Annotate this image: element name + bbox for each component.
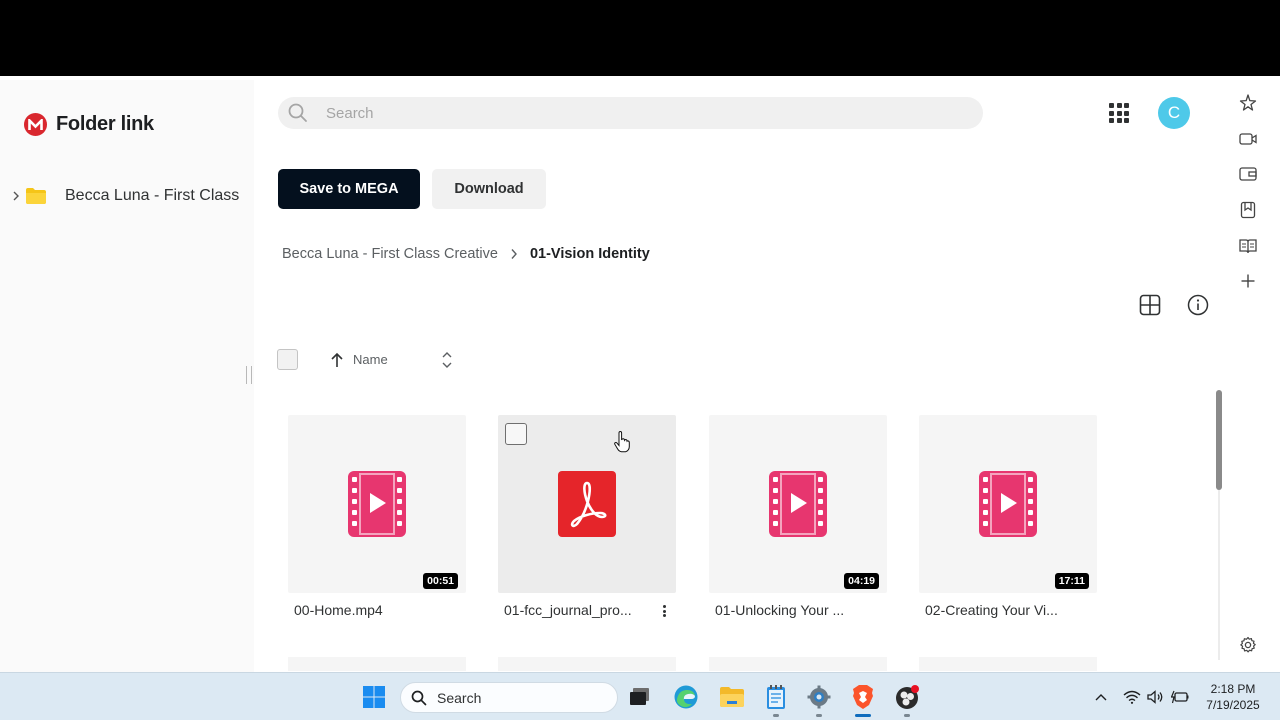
file-thumbnail[interactable]: 00:51 bbox=[288, 415, 466, 593]
folder-icon bbox=[26, 188, 46, 204]
chevron-up-icon[interactable] bbox=[1091, 687, 1111, 707]
scrollbar-thumb[interactable] bbox=[1216, 390, 1222, 490]
avatar[interactable]: C bbox=[1158, 97, 1190, 129]
hand-cursor-icon bbox=[614, 431, 630, 453]
browser-side-rail bbox=[1229, 80, 1267, 672]
mega-logo-icon bbox=[24, 113, 47, 136]
breadcrumb-parent[interactable]: Becca Luna - First Class Creative bbox=[282, 246, 498, 262]
search-icon bbox=[411, 690, 427, 705]
file-thumbnail[interactable]: 17:11 bbox=[919, 415, 1097, 593]
search-input[interactable] bbox=[326, 104, 926, 122]
wifi-icon[interactable] bbox=[1122, 687, 1142, 707]
tree-item-folder[interactable]: Becca Luna - First Class Creative bbox=[8, 184, 248, 208]
notepad-icon[interactable] bbox=[762, 683, 790, 717]
file-thumbnail[interactable] bbox=[498, 415, 676, 593]
breadcrumb-current: 01-Vision Identity bbox=[529, 246, 650, 262]
download-button[interactable]: Download bbox=[432, 169, 546, 209]
file-card[interactable]: 17:11 02-Creating Your Vi... bbox=[919, 415, 1097, 618]
duration-badge: 17:11 bbox=[1054, 573, 1089, 589]
tree-item-label: Becca Luna - First Class Creative bbox=[65, 187, 241, 204]
apps-grid-icon[interactable] bbox=[1106, 100, 1132, 126]
settings-icon[interactable] bbox=[805, 683, 833, 717]
volume-icon[interactable] bbox=[1146, 687, 1166, 707]
sort-toggle-icon[interactable] bbox=[440, 351, 454, 369]
file-name: 02-Creating Your Vi... bbox=[925, 602, 1058, 618]
chevron-right-icon bbox=[510, 248, 518, 260]
file-card-partial[interactable] bbox=[498, 657, 676, 671]
more-options-icon[interactable] bbox=[660, 603, 668, 619]
battery-icon[interactable] bbox=[1170, 687, 1190, 707]
duration-badge: 04:19 bbox=[844, 573, 879, 589]
edge-icon[interactable] bbox=[672, 683, 700, 711]
taskbar-search[interactable]: Search bbox=[400, 682, 618, 713]
file-name: 01-fcc_journal_pro... bbox=[504, 602, 632, 618]
breadcrumb: Becca Luna - First Class Creative 01-Vis… bbox=[282, 246, 650, 262]
clock-date: 7/19/2025 bbox=[1206, 698, 1260, 712]
video-call-icon[interactable] bbox=[1237, 128, 1259, 150]
add-icon[interactable] bbox=[1237, 270, 1259, 292]
grid-view-icon[interactable] bbox=[1139, 294, 1161, 316]
sidebar: Folder link Becca Luna - First Class Cre… bbox=[0, 80, 254, 672]
clock[interactable]: 2:18 PM 7/19/2025 bbox=[1200, 681, 1266, 713]
save-to-mega-button[interactable]: Save to MEGA bbox=[278, 169, 420, 209]
file-name: 01-Unlocking Your ... bbox=[715, 602, 845, 618]
top-black-bar bbox=[0, 0, 1280, 76]
clock-time: 2:18 PM bbox=[1210, 682, 1256, 696]
app-title: Folder link bbox=[56, 113, 154, 135]
file-card-partial[interactable] bbox=[919, 657, 1097, 671]
file-thumbnail[interactable]: 04:19 bbox=[709, 415, 887, 593]
select-all-checkbox[interactable] bbox=[277, 349, 298, 370]
wallet-icon[interactable] bbox=[1237, 163, 1259, 185]
scrollbar-track[interactable] bbox=[1218, 490, 1220, 660]
file-card[interactable]: 00:51 00-Home.mp4 bbox=[288, 415, 466, 618]
brave-icon[interactable] bbox=[849, 683, 877, 717]
taskbar: Search 2:18 PM 7/19/2025 bbox=[0, 672, 1280, 720]
taskbar-search-label: Search bbox=[437, 689, 482, 706]
task-view-icon[interactable] bbox=[626, 683, 654, 711]
gear-icon[interactable] bbox=[1237, 634, 1259, 656]
windows-start-icon[interactable] bbox=[360, 683, 388, 711]
video-file-icon bbox=[979, 471, 1037, 537]
arrow-up-icon[interactable] bbox=[330, 352, 344, 368]
chevron-right-icon[interactable] bbox=[8, 191, 24, 201]
bookmarks-icon[interactable] bbox=[1237, 199, 1259, 221]
obs-icon[interactable] bbox=[893, 683, 921, 717]
brand[interactable]: Folder link bbox=[24, 113, 154, 136]
info-icon[interactable] bbox=[1187, 294, 1209, 316]
reading-list-icon[interactable] bbox=[1237, 235, 1259, 257]
search-icon bbox=[288, 103, 308, 123]
sort-label[interactable]: Name bbox=[353, 352, 388, 367]
file-card[interactable]: 01-fcc_journal_pro... bbox=[498, 415, 676, 618]
file-name: 00-Home.mp4 bbox=[294, 602, 383, 618]
search-bar[interactable] bbox=[278, 97, 983, 129]
file-card-partial[interactable] bbox=[288, 657, 466, 671]
duration-badge: 00:51 bbox=[423, 573, 458, 589]
pdf-file-icon bbox=[558, 471, 616, 537]
file-card-partial[interactable] bbox=[709, 657, 887, 671]
video-file-icon bbox=[348, 471, 406, 537]
file-card[interactable]: 04:19 01-Unlocking Your ... bbox=[709, 415, 887, 618]
file-checkbox[interactable] bbox=[505, 423, 527, 445]
leo-ai-icon[interactable] bbox=[1237, 92, 1259, 114]
video-file-icon bbox=[769, 471, 827, 537]
file-explorer-icon[interactable] bbox=[718, 683, 746, 711]
sidebar-resize-handle[interactable] bbox=[246, 366, 252, 384]
